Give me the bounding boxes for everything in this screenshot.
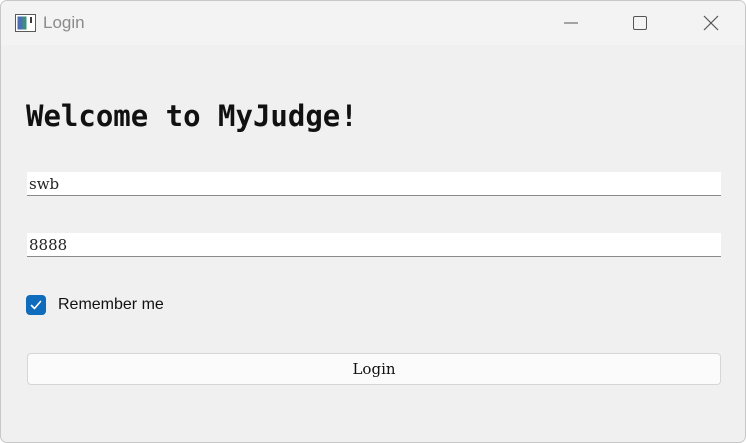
login-button-label: Login <box>352 360 396 378</box>
app-icon <box>15 14 36 32</box>
minimize-button[interactable] <box>542 1 600 45</box>
welcome-heading: Welcome to MyJudge! <box>26 99 358 133</box>
maximize-icon <box>633 16 647 30</box>
close-icon <box>703 15 719 31</box>
login-button[interactable]: Login <box>27 353 721 385</box>
password-input[interactable] <box>27 233 721 257</box>
maximize-button[interactable] <box>611 1 669 45</box>
title-bar[interactable]: Login <box>1 1 745 45</box>
window-title: Login <box>43 13 85 32</box>
login-window: Login Welcome to MyJudge! Remember me Lo… <box>0 0 746 443</box>
checkmark-icon <box>30 300 42 310</box>
username-input[interactable] <box>27 172 721 196</box>
remember-me-label[interactable]: Remember me <box>58 296 164 314</box>
remember-me-checkbox[interactable] <box>26 295 46 315</box>
minimize-icon <box>564 22 578 24</box>
close-button[interactable] <box>682 1 740 45</box>
